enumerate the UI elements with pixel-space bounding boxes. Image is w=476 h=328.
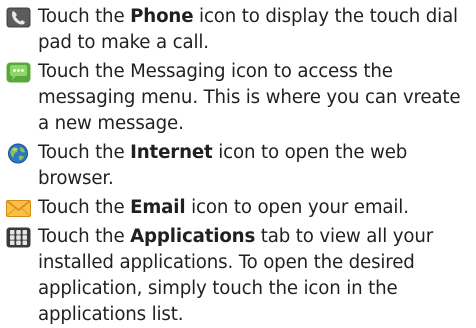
- instruction-text: Touch the Internet icon to open the web …: [38, 142, 408, 189]
- instruction-item-applications: Touch the Applications tab to view all y…: [6, 224, 474, 328]
- phone-icon: [6, 7, 31, 28]
- instruction-list: Touch the Phone icon to display the touc…: [6, 4, 474, 328]
- email-label: Email: [130, 197, 186, 218]
- instruction-text: Touch the Messaging icon to access the m…: [38, 61, 461, 134]
- phone-label: Phone: [130, 6, 194, 27]
- instruction-text: Touch the Applications tab to view all y…: [38, 226, 434, 325]
- internet-globe-icon: [8, 143, 28, 164]
- instruction-item-internet: Touch the Internet icon to open the web …: [6, 140, 474, 192]
- instruction-text: Touch the Phone icon to display the touc…: [38, 6, 458, 53]
- messaging-icon: [6, 62, 31, 83]
- applications-label: Applications: [130, 226, 256, 247]
- instruction-text: Touch the Email icon to open your email.: [38, 197, 409, 218]
- instruction-item-phone: Touch the Phone icon to display the touc…: [6, 4, 474, 56]
- applications-grid-icon: [6, 227, 31, 248]
- instruction-item-email: Touch the Email icon to open your email.: [6, 195, 474, 221]
- instruction-item-messaging: Touch the Messaging icon to access the m…: [6, 59, 474, 137]
- email-envelope-icon: [6, 200, 31, 217]
- internet-label: Internet: [130, 142, 213, 163]
